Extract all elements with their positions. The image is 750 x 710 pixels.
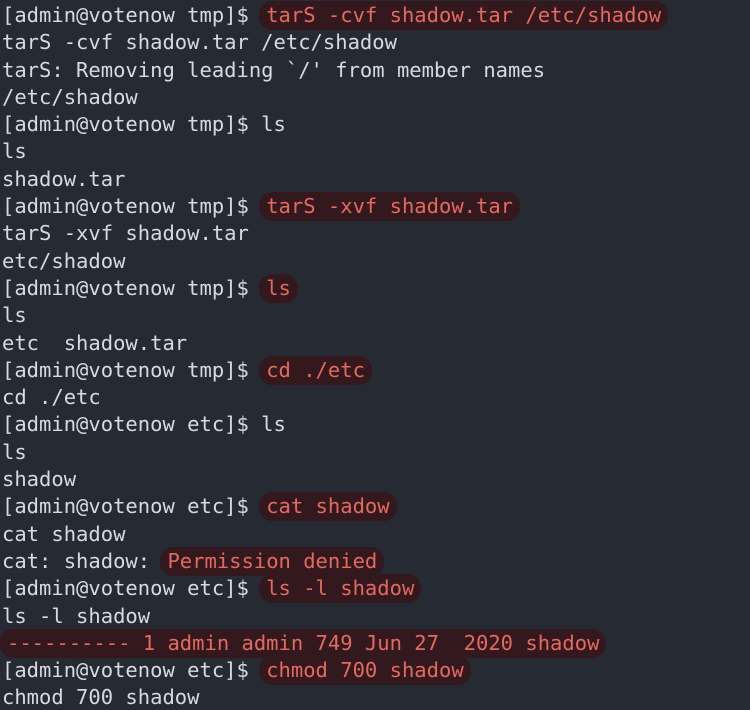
terminal-line-text: chmod 700 shadow [2,685,200,710]
terminal-line: /etc/shadow [2,84,750,111]
terminal-line-text: tarS: Removing leading `/' from member n… [2,57,546,82]
terminal-line-text: ls [2,139,27,164]
terminal-highlighted-command: cat shadow [259,492,397,522]
terminal-line: [admin@votenow etc]$ ls [2,411,750,438]
terminal-line: ls [2,302,750,329]
terminal-line: [admin@votenow etc]$ ls -l shadow [2,574,750,604]
terminal-line: [admin@votenow tmp]$ tarS -xvf shadow.ta… [2,192,750,222]
terminal-line-text: shadow.tar [2,166,126,191]
terminal-line: [admin@votenow tmp]$ cd ./etc [2,355,750,385]
terminal-line: tarS -cvf shadow.tar /etc/shadow [2,29,750,56]
terminal-line-text: etc shadow.tar [2,330,188,355]
terminal-highlighted-command: ls -l shadow [259,574,422,604]
terminal-output-pane[interactable]: [admin@votenow tmp]$ tarS -cvf shadow.ta… [0,0,750,710]
terminal-line-text: etc/shadow [2,248,126,273]
terminal-line-text: [admin@votenow tmp]$ ls [2,112,286,137]
terminal-line: [admin@votenow etc]$ chmod 700 shadow [2,656,750,686]
terminal-line-text: [admin@votenow tmp]$ [2,357,262,382]
terminal-line-text: [admin@votenow etc]$ [2,576,262,601]
terminal-line-text: [admin@votenow tmp]$ [2,194,262,219]
terminal-line: ls [2,439,750,466]
terminal-line-text: tarS -xvf shadow.tar [2,221,249,246]
terminal-line-text: [admin@votenow etc]$ ls [2,412,286,437]
terminal-line-text: cat: shadow: [2,548,163,573]
terminal-highlighted-command: Permission denied [160,546,385,576]
terminal-highlighted-command: ---------- 1 admin admin 749 Jun 27 2020… [0,628,607,658]
terminal-line: ls [2,138,750,165]
terminal-line: cd ./etc [2,384,750,411]
terminal-line: etc/shadow [2,248,750,275]
terminal-line-text: tarS -cvf shadow.tar /etc/shadow [2,30,397,55]
terminal-line: [admin@votenow tmp]$ ls [2,111,750,138]
terminal-line: chmod 700 shadow [2,684,750,710]
terminal-line: tarS: Removing leading `/' from member n… [2,57,750,84]
terminal-line-text: ls -l shadow [2,603,151,628]
terminal-line: shadow.tar [2,166,750,193]
terminal-highlighted-command: chmod 700 shadow [259,656,471,686]
terminal-line: tarS -xvf shadow.tar [2,220,750,247]
terminal-line: [admin@votenow etc]$ cat shadow [2,492,750,522]
terminal-line-text: ls [2,303,27,328]
terminal-line: ---------- 1 admin admin 749 Jun 27 2020… [0,628,750,658]
terminal-line-text: [admin@votenow tmp]$ [2,3,262,27]
terminal-highlighted-command: tarS -xvf shadow.tar [259,192,521,222]
terminal-highlighted-command: tarS -cvf shadow.tar /etc/shadow [259,1,669,30]
terminal-line-text: cat shadow [2,521,126,546]
terminal-line: [admin@votenow tmp]$ ls [2,273,750,303]
terminal-line-text: [admin@votenow tmp]$ [2,275,262,300]
terminal-line: [admin@votenow tmp]$ tarS -cvf shadow.ta… [2,1,750,30]
terminal-line: etc shadow.tar [2,330,750,357]
terminal-line-text: [admin@votenow etc]$ [2,494,262,519]
terminal-line: cat: shadow: Permission denied [2,546,750,576]
terminal-line-text: shadow [2,467,77,492]
terminal-line: ls -l shadow [2,603,750,630]
terminal-line-text: cd ./etc [2,385,101,410]
terminal-line-text: /etc/shadow [2,84,138,109]
terminal-line-text: [admin@votenow etc]$ [2,658,262,683]
terminal-line: cat shadow [2,521,750,548]
terminal-line: shadow [2,466,750,493]
terminal-line-text: ls [2,439,27,464]
terminal-highlighted-command: ls [259,273,298,303]
terminal-highlighted-command: cd ./etc [259,355,372,385]
